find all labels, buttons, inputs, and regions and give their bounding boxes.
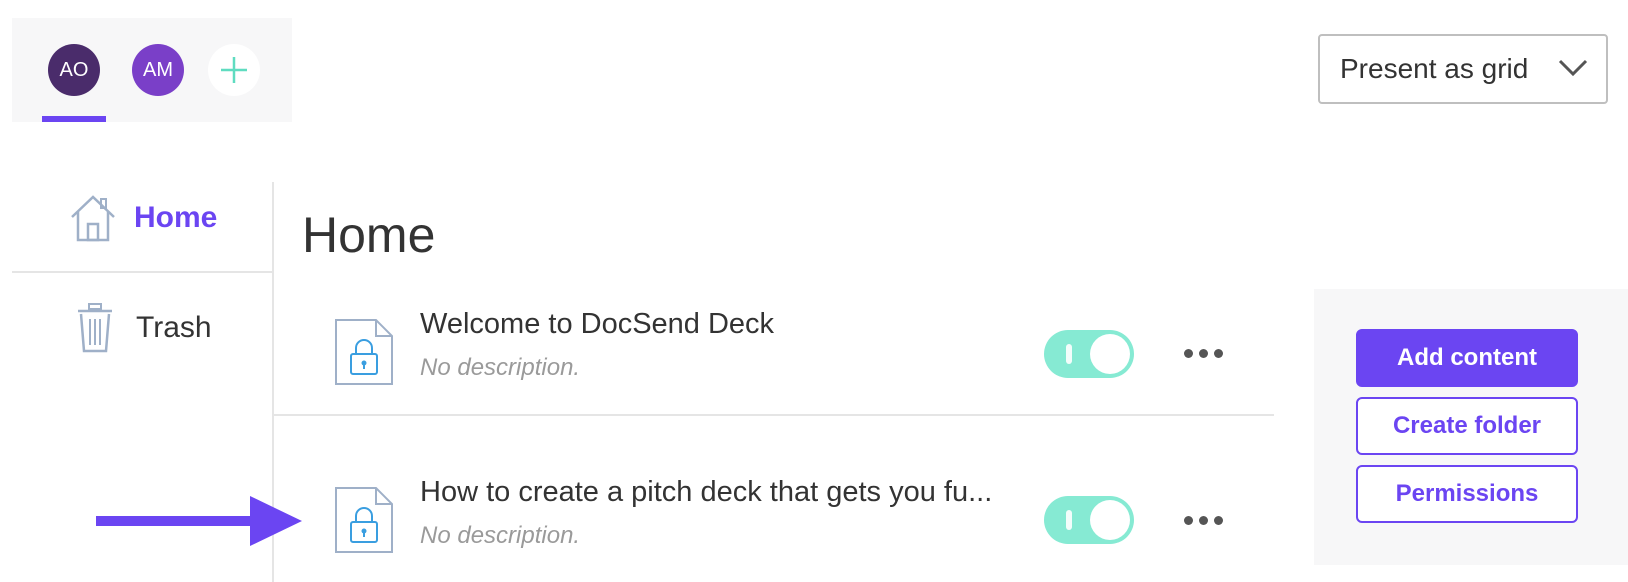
sidebar-divider [12,271,272,273]
arrow-icon [96,496,302,546]
active-user-indicator [42,116,106,122]
document-title[interactable]: How to create a pitch deck that gets you… [420,476,992,509]
actions-panel: Add content Create folder Permissions [1314,289,1628,565]
plus-icon [221,57,247,83]
add-content-button[interactable]: Add content [1356,329,1578,387]
locked-document-icon [334,318,394,386]
create-folder-button[interactable]: Create folder [1356,397,1578,455]
avatar-am[interactable]: AM [132,44,184,96]
document-description: No description. [420,522,581,549]
locked-document-icon [334,486,394,554]
present-mode-value: Present as grid [1340,53,1529,84]
more-options-icon[interactable] [1184,516,1223,525]
chevron-down-icon [1558,59,1588,77]
sidebar-item-label: Home [134,201,218,234]
document-description: No description. [420,354,581,381]
page-title: Home [302,207,436,263]
sidebar-item-trash[interactable]: Trash [70,300,212,356]
trash-icon [70,300,120,356]
document-toggle[interactable] [1044,496,1134,544]
add-user-button[interactable] [208,44,260,96]
present-mode-select[interactable]: Present as grid [1318,34,1608,104]
permissions-button[interactable]: Permissions [1356,465,1578,523]
sidebar-item-home[interactable]: Home [68,190,217,246]
more-options-icon[interactable] [1184,349,1223,358]
document-toggle[interactable] [1044,330,1134,378]
home-icon [68,190,118,246]
avatar-ao[interactable]: AO [48,44,100,96]
sidebar-item-label: Trash [136,311,212,344]
user-switcher: AO AM [12,18,292,122]
row-divider [274,414,1274,416]
document-title[interactable]: Welcome to DocSend Deck [420,308,774,341]
